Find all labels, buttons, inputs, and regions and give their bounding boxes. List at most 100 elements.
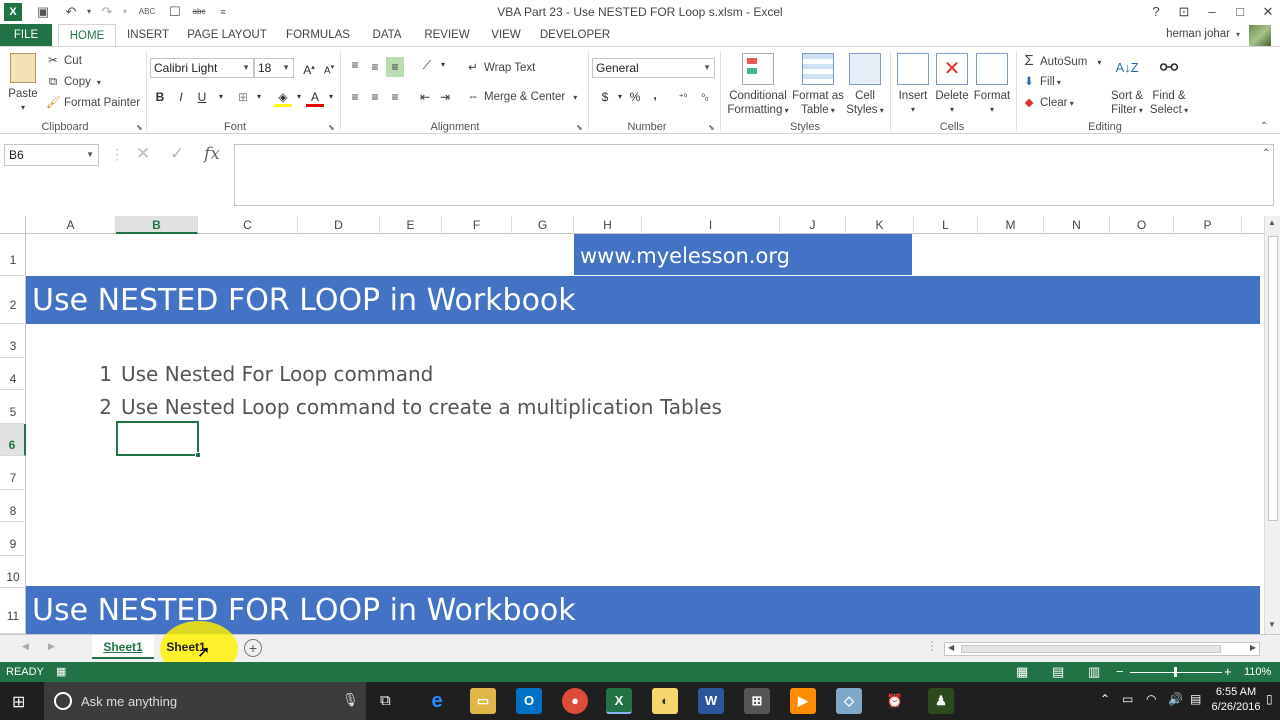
list-item-text[interactable]: Use Nested Loop command to create a mult… [121,395,722,419]
conditional-formatting-button[interactable]: Conditional Formatting ▾ [724,53,792,118]
format-as-table-button[interactable]: Format as Table ▾ [792,53,844,118]
close-button[interactable]: ✕ [1257,2,1279,22]
increase-indent-icon[interactable]: ⇥ [436,87,454,107]
autosum-button[interactable]: Σ AutoSum ▾ [1022,52,1101,70]
copy-button[interactable]: ⧉ Copy ▾ [46,73,101,91]
list-item-number[interactable]: 1 [86,362,112,386]
outlook-icon[interactable]: O [516,688,542,714]
macro-recording-icon[interactable]: ▦ [56,665,66,678]
tab-formulas[interactable]: FORMULAS [282,24,354,46]
zoom-level[interactable]: 110% [1244,666,1271,678]
number-launcher-icon[interactable]: ⬊ [708,123,715,132]
italic-button[interactable]: I [172,87,190,107]
insert-cells-button[interactable]: Insert ▾ [894,53,932,117]
row-header-4[interactable]: 4 [0,358,26,390]
wrap-text-button[interactable]: ↵ Wrap Text [466,59,535,77]
avatar[interactable] [1249,25,1271,47]
column-header-h[interactable]: H [574,216,642,234]
name-box[interactable]: B6 ▼ [4,144,99,166]
fill-button[interactable]: ⬇ Fill ▾ [1022,73,1061,91]
row-header-6[interactable]: 6 [0,424,26,456]
vertical-scrollbar[interactable]: ▲ ▼ [1264,216,1280,634]
row-header-7[interactable]: 7 [0,456,26,490]
store-icon[interactable]: ⊞ [744,688,770,714]
collapse-ribbon-icon[interactable]: ⌃ [1260,121,1268,132]
format-painter-button[interactable]: 🖌 Format Painter [46,94,140,112]
ribbon-display-options-icon[interactable]: ⊡ [1173,2,1195,22]
row-header-5[interactable]: 5 [0,390,26,424]
keyboard-icon[interactable]: ▤ [1190,692,1201,706]
row-header-10[interactable]: 10 [0,556,26,588]
worksheet-grid[interactable]: www.myelesson.org Use NESTED FOR LOOP in… [26,234,1260,634]
paste-button[interactable]: Paste ▾ [6,53,40,115]
format-cells-button[interactable]: Format ▾ [972,53,1012,117]
media-player-icon[interactable]: ▶ [790,688,816,714]
column-header-o[interactable]: O [1110,216,1174,234]
sheet-tab-1[interactable]: Sheet1 [92,635,154,659]
font-family-select[interactable]: Calibri Light ▼ [150,58,254,78]
user-name[interactable]: heman johar [1166,28,1230,40]
insert-function-icon[interactable]: fx [204,144,220,164]
tab-file[interactable]: FILE [0,24,52,46]
align-left-icon[interactable]: ≡ [346,87,364,107]
minimize-button[interactable]: – [1201,2,1223,22]
increase-font-size-button[interactable]: A▴ [300,58,318,78]
banner-title[interactable]: Use NESTED FOR LOOP in Workbook [26,276,1260,324]
alignment-launcher-icon[interactable]: ⬊ [576,123,583,132]
tab-page-layout[interactable]: PAGE LAYOUT [184,24,270,46]
font-size-select[interactable]: 18 ▼ [254,58,294,78]
notifications-icon[interactable]: ▯ [1266,692,1273,706]
increase-decimal-icon[interactable]: ⁺⁰ [674,87,692,107]
confirm-entry-icon[interactable]: ✓ [170,144,184,164]
horizontal-scrollbar[interactable]: ◀ ▶ [944,642,1260,656]
page-break-view-icon[interactable]: ▥ [1088,664,1100,680]
column-header-m[interactable]: M [978,216,1044,234]
delete-cells-button[interactable]: ✕ Delete ▾ [932,53,972,117]
font-launcher-icon[interactable]: ⬊ [328,123,335,132]
clear-button[interactable]: ◆ Clear ▾ [1022,94,1074,112]
align-bottom-icon[interactable]: ≡ [386,57,404,77]
horizontal-scroll-thumb[interactable] [961,645,1221,653]
edge-icon[interactable]: e [424,688,450,714]
tab-split-handle[interactable]: ⋮ [926,639,938,653]
tab-insert[interactable]: INSERT [124,24,172,46]
merge-center-button[interactable]: ⇔ Merge & Center ▾ [466,88,577,106]
file-explorer-icon[interactable]: ▭ [470,688,496,714]
cut-button[interactable]: ✂ Cut [46,52,82,70]
column-header-d[interactable]: D [298,216,380,234]
percent-button[interactable]: % [626,87,644,107]
url-cell[interactable]: www.myelesson.org [574,234,912,275]
borders-dropdown-icon[interactable]: ▾ [250,87,268,107]
user-dropdown-icon[interactable]: ▾ [1236,30,1240,39]
app-icon[interactable]: ♟ [928,688,954,714]
scroll-left-icon[interactable]: ◀ [948,643,954,652]
scroll-down-icon[interactable]: ▼ [1268,620,1276,629]
column-header-l[interactable]: L [914,216,978,234]
prev-sheet-icon[interactable]: ◀ [22,641,29,652]
underline-dropdown-icon[interactable]: ▾ [212,87,230,107]
column-header-j[interactable]: J [780,216,846,234]
tab-view[interactable]: VIEW [486,24,526,46]
microphone-icon[interactable]: 🎙 [342,692,359,708]
new-sheet-button[interactable]: + [244,639,262,657]
tab-data[interactable]: DATA [366,24,408,46]
scroll-right-icon[interactable]: ▶ [1250,643,1256,652]
align-top-icon[interactable]: ≡ [346,55,364,75]
next-sheet-icon[interactable]: ▶ [48,641,55,652]
row-header-11[interactable]: 11 [0,588,26,634]
row-header-8[interactable]: 8 [0,490,26,522]
sort-filter-button[interactable]: A↓Z Sort & Filter ▾ [1106,53,1148,118]
help-icon[interactable]: ? [1145,2,1167,22]
windows-start-icon[interactable]: ⊞ [12,692,25,712]
align-right-icon[interactable]: ≡ [386,87,404,107]
page-layout-view-icon[interactable]: ▤ [1052,664,1064,680]
column-header-p[interactable]: P [1174,216,1242,234]
column-header-a[interactable]: A [26,216,116,234]
zoom-in-icon[interactable]: + [1224,664,1232,679]
column-header-n[interactable]: N [1044,216,1110,234]
task-view-icon[interactable]: ⧉ [380,692,391,709]
cortana-search[interactable]: Ask me anything 🎙 [44,682,366,720]
select-all-button[interactable] [0,216,26,234]
collapse-formula-bar-icon[interactable]: ⌃ [1262,148,1270,159]
underline-button[interactable]: U [193,87,211,107]
